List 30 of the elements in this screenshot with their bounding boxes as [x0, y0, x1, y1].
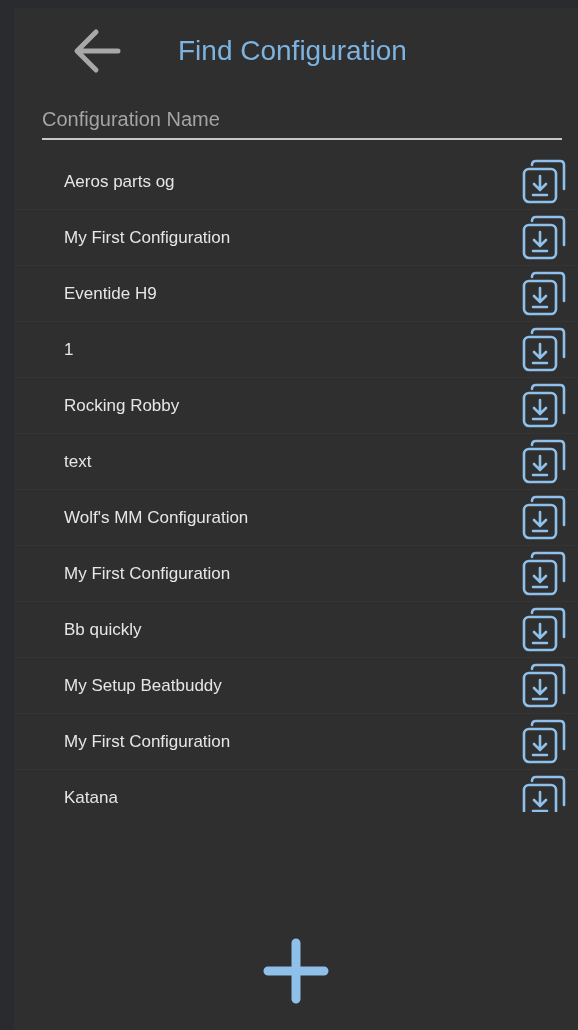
configuration-name[interactable]: Aeros parts og	[64, 168, 175, 195]
download-copies-icon[interactable]	[522, 326, 568, 373]
configuration-name[interactable]: My Setup Beatbuddy	[64, 672, 222, 699]
configuration-name[interactable]: Eventide H9	[64, 280, 157, 307]
download-copies-icon[interactable]	[522, 382, 568, 429]
download-copies-icon[interactable]	[522, 774, 568, 812]
configuration-name[interactable]: Katana	[64, 784, 118, 811]
plus-icon	[263, 938, 329, 1004]
download-copies-icon[interactable]	[522, 662, 568, 709]
configuration-name[interactable]: Rocking Robby	[64, 392, 180, 419]
download-copies-icon[interactable]	[522, 494, 568, 541]
configuration-name[interactable]: My First Configuration	[64, 224, 231, 251]
download-copies-icon[interactable]	[522, 270, 568, 317]
configuration-name[interactable]: text	[64, 448, 92, 475]
configuration-name[interactable]: 1	[64, 336, 74, 363]
configuration-name[interactable]: Bb quickly	[64, 616, 142, 643]
configuration-name[interactable]: My First Configuration	[64, 560, 231, 587]
download-copies-icon[interactable]	[522, 214, 568, 261]
back-button[interactable]	[72, 26, 122, 76]
download-copies-icon[interactable]	[522, 438, 568, 485]
download-copies-icon[interactable]	[522, 158, 568, 205]
download-copies-icon[interactable]	[522, 550, 568, 597]
configuration-name[interactable]: Wolf's MM Configuration	[64, 504, 249, 531]
download-copies-icon[interactable]	[522, 606, 568, 653]
configuration-name[interactable]: My First Configuration	[64, 728, 231, 755]
page-title: Find Configuration	[178, 34, 407, 68]
back-arrow-icon	[73, 28, 121, 74]
add-button[interactable]	[261, 936, 331, 1006]
configuration-name-field[interactable]: Configuration Name	[42, 104, 562, 140]
download-copies-icon[interactable]	[522, 718, 568, 765]
